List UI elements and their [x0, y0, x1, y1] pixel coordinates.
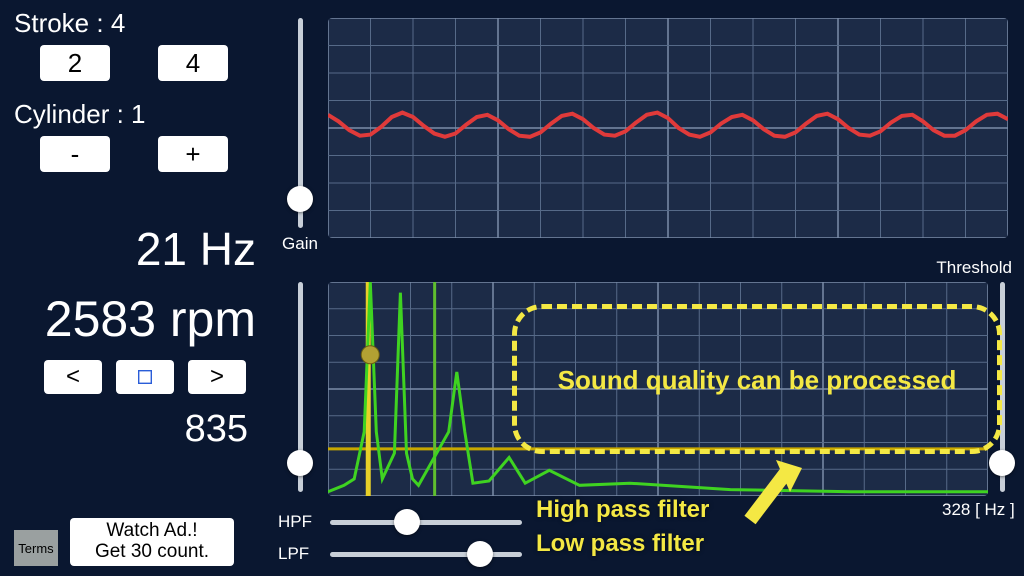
gain-label: Gain: [282, 234, 318, 254]
slider-thumb[interactable]: [467, 541, 493, 567]
slider-thumb[interactable]: [394, 509, 420, 535]
hpf-annotation: High pass filter: [536, 496, 709, 524]
callout-box: Sound quality can be processed: [512, 304, 1002, 454]
waveform-scope: [328, 18, 1008, 238]
hpf-slider[interactable]: HPF: [278, 512, 522, 532]
left-panel: Stroke : 4 2 4 Cylinder : 1 - + 21 Hz 25…: [0, 0, 270, 576]
stop-icon: [138, 370, 152, 384]
stroke-4-button[interactable]: 4: [158, 45, 228, 81]
stroke-2-button[interactable]: 2: [40, 45, 110, 81]
slider-thumb[interactable]: [287, 186, 313, 212]
rpm-readout: 2583 rpm: [14, 290, 270, 348]
gain-slider[interactable]: Gain: [286, 18, 314, 254]
lpf-label: LPF: [278, 544, 330, 564]
frequency-readout: 21 Hz: [14, 222, 270, 276]
hpf-label: HPF: [278, 512, 330, 532]
lpf-slider[interactable]: LPF: [278, 544, 522, 564]
cylinder-minus-button[interactable]: -: [40, 136, 110, 172]
terms-button[interactable]: Terms: [14, 530, 58, 566]
callout-text: Sound quality can be processed: [517, 309, 997, 393]
lpf-annotation: Low pass filter: [536, 530, 704, 558]
ad-line2: Get 30 count.: [95, 542, 209, 563]
freq-max-label: 328 [ Hz ]: [942, 500, 1015, 520]
cylinder-label: Cylinder : 1: [14, 99, 270, 130]
stroke-label: Stroke : 4: [14, 8, 270, 39]
prev-button[interactable]: <: [44, 360, 102, 394]
peak-marker: [361, 346, 379, 364]
threshold-slider-left[interactable]: [286, 282, 314, 492]
arrow-icon: [740, 450, 820, 530]
next-button[interactable]: >: [188, 360, 246, 394]
ad-line1: Watch Ad.!: [106, 521, 197, 542]
cylinder-plus-button[interactable]: +: [158, 136, 228, 172]
slider-thumb[interactable]: [989, 450, 1015, 476]
slider-thumb[interactable]: [287, 450, 313, 476]
watch-ad-button[interactable]: Watch Ad.! Get 30 count.: [70, 518, 234, 566]
stop-button[interactable]: [116, 360, 174, 394]
threshold-label: Threshold: [936, 258, 1012, 278]
count-readout: 835: [14, 408, 270, 451]
